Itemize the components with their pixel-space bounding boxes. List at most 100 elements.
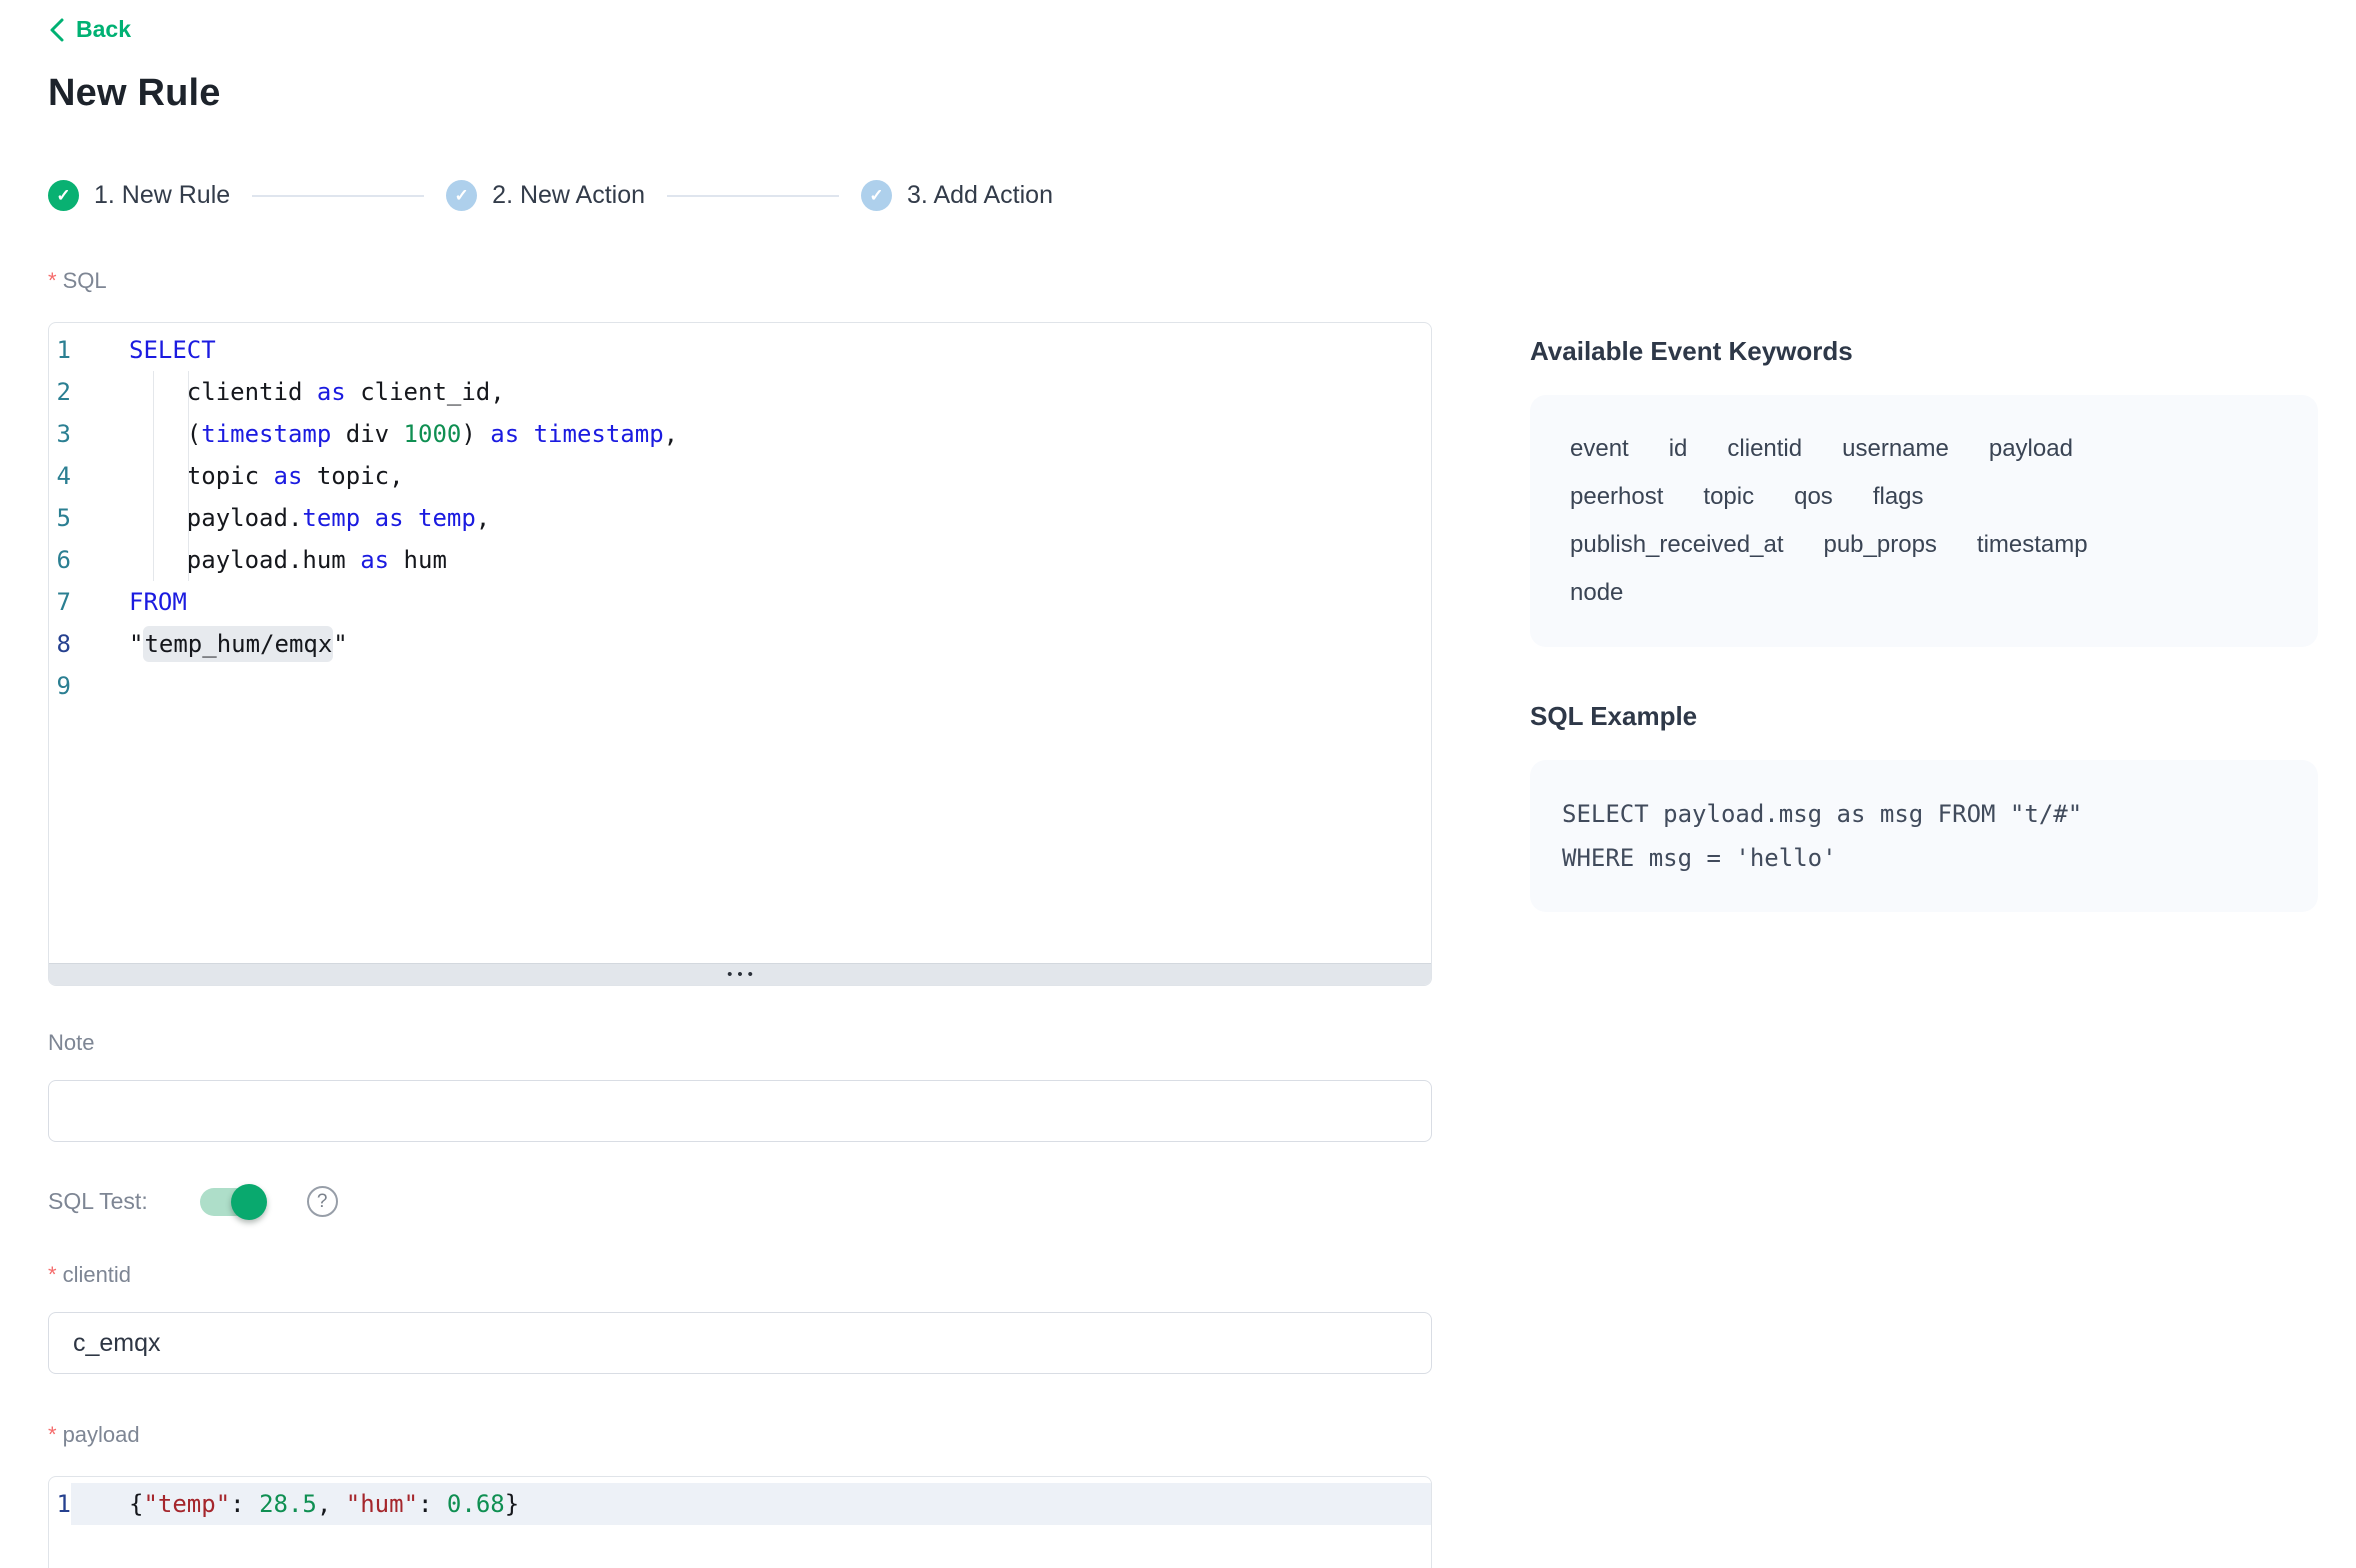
step-label: 1. New Rule — [94, 181, 230, 210]
code-text: {"temp": 28.5, "hum": 0.68} — [71, 1483, 1431, 1525]
line-number: 1 — [49, 1483, 71, 1525]
event-keyword: node — [1570, 569, 1623, 617]
line-number: 4 — [49, 455, 71, 497]
note-input[interactable] — [48, 1080, 1432, 1142]
sql-editor-container: 1SELECT2 clientid as client_id,3 (timest… — [48, 322, 1432, 986]
event-keyword: publish_received_at — [1570, 521, 1783, 569]
keywords-card: eventidclientidusernamepayloadpeerhostto… — [1530, 395, 2318, 647]
editor-resize-handle[interactable]: ••• — [49, 963, 1431, 985]
code-line: 2 clientid as client_id, — [49, 371, 1431, 413]
indent-guide — [188, 497, 189, 539]
keywords-title: Available Event Keywords — [1530, 336, 2318, 367]
code-line: 1SELECT — [49, 329, 1431, 371]
line-number: 9 — [49, 665, 71, 707]
event-keyword: topic — [1703, 473, 1754, 521]
note-field-label: Note — [48, 1030, 94, 1056]
sql-field-label: * SQL — [48, 268, 107, 294]
sql-example-line: WHERE msg = 'hello' — [1562, 836, 2286, 880]
sql-example-title: SQL Example — [1530, 701, 2318, 732]
event-keyword: clientid — [1727, 425, 1802, 473]
step-pending-check-icon: ✓ — [861, 180, 892, 211]
toggle-knob — [231, 1184, 267, 1220]
code-line: 1{"temp": 28.5, "hum": 0.68} — [49, 1483, 1431, 1525]
help-icon[interactable]: ? — [307, 1186, 338, 1217]
event-keyword: timestamp — [1977, 521, 2088, 569]
sql-code-editor[interactable]: 1SELECT2 clientid as client_id,3 (timest… — [49, 323, 1431, 963]
step-done-check-icon: ✓ — [48, 180, 79, 211]
indent-guide — [153, 455, 154, 497]
line-number: 2 — [49, 371, 71, 413]
step-label: 2. New Action — [492, 181, 645, 210]
indent-guide — [153, 413, 154, 455]
back-label: Back — [76, 16, 131, 43]
keyword-row: publish_received_at pub_props timestamp — [1570, 521, 2278, 569]
event-keyword: username — [1842, 425, 1949, 473]
code-line: 8"temp_hum/emqx" — [49, 623, 1431, 665]
step-new-rule[interactable]: ✓ 1. New Rule — [48, 180, 230, 211]
clientid-label-text: clientid — [63, 1262, 131, 1288]
step-connector — [667, 195, 839, 197]
indent-guide — [153, 539, 154, 581]
page-title: New Rule — [48, 72, 221, 115]
indent-guide — [153, 497, 154, 539]
indent-guide — [153, 371, 154, 413]
code-text: topic as topic, — [71, 455, 1431, 497]
wizard-steps: ✓ 1. New Rule ✓ 2. New Action ✓ 3. Add A… — [48, 180, 1053, 211]
code-text: SELECT — [71, 329, 1431, 371]
resize-dots-icon: ••• — [722, 967, 758, 982]
code-line: 5 payload.temp as temp, — [49, 497, 1431, 539]
code-text: "temp_hum/emqx" — [71, 623, 1431, 665]
sql-example-line: SELECT payload.msg as msg FROM "t/#" — [1562, 792, 2286, 836]
indent-guide — [188, 539, 189, 581]
indent-guide — [188, 455, 189, 497]
code-text — [71, 665, 1431, 707]
step-add-action[interactable]: ✓ 3. Add Action — [861, 180, 1053, 211]
sql-test-label: SQL Test: — [48, 1188, 148, 1215]
keyword-row: node — [1570, 569, 2278, 617]
code-text: payload.hum as hum — [71, 539, 1431, 581]
line-number: 8 — [49, 623, 71, 665]
event-keyword: qos — [1794, 473, 1833, 521]
event-keyword: pub_props — [1823, 521, 1936, 569]
sql-example-card: SELECT payload.msg as msg FROM "t/#"WHER… — [1530, 760, 2318, 912]
line-number: 7 — [49, 581, 71, 623]
code-line: 7FROM — [49, 581, 1431, 623]
code-text: payload.temp as temp, — [71, 497, 1431, 539]
indent-guide — [188, 413, 189, 455]
payload-editor-container: 1{"temp": 28.5, "hum": 0.68} — [48, 1476, 1432, 1568]
clientid-field-label: * clientid — [48, 1262, 131, 1288]
required-asterisk: * — [48, 1262, 57, 1288]
payload-label-text: payload — [63, 1422, 140, 1448]
sql-test-toggle[interactable] — [200, 1188, 265, 1216]
payload-code-editor[interactable]: 1{"temp": 28.5, "hum": 0.68} — [49, 1477, 1431, 1525]
sql-label-text: SQL — [63, 268, 107, 294]
back-button[interactable]: Back — [48, 16, 131, 43]
line-number: 1 — [49, 329, 71, 371]
event-keyword: flags — [1873, 473, 1924, 521]
line-number: 5 — [49, 497, 71, 539]
step-pending-check-icon: ✓ — [446, 180, 477, 211]
event-keyword: payload — [1989, 425, 2073, 473]
code-text: clientid as client_id, — [71, 371, 1431, 413]
step-new-action[interactable]: ✓ 2. New Action — [446, 180, 645, 211]
sql-test-row: SQL Test: ? — [48, 1186, 338, 1217]
payload-field-label: * payload — [48, 1422, 140, 1448]
note-label-text: Note — [48, 1030, 94, 1056]
line-number: 3 — [49, 413, 71, 455]
code-line: 6 payload.hum as hum — [49, 539, 1431, 581]
indent-guide — [188, 371, 189, 413]
event-keyword: event — [1570, 425, 1629, 473]
step-label: 3. Add Action — [907, 181, 1053, 210]
chevron-left-icon — [48, 17, 66, 43]
event-keyword: id — [1669, 425, 1688, 473]
code-line: 3 (timestamp div 1000) as timestamp, — [49, 413, 1431, 455]
code-line: 9 — [49, 665, 1431, 707]
code-text: FROM — [71, 581, 1431, 623]
code-text: (timestamp div 1000) as timestamp, — [71, 413, 1431, 455]
line-number: 6 — [49, 539, 71, 581]
required-asterisk: * — [48, 1422, 57, 1448]
step-connector — [252, 195, 424, 197]
required-asterisk: * — [48, 268, 57, 294]
clientid-input[interactable] — [48, 1312, 1432, 1374]
keyword-row: peerhosttopicqosflags — [1570, 473, 2278, 521]
